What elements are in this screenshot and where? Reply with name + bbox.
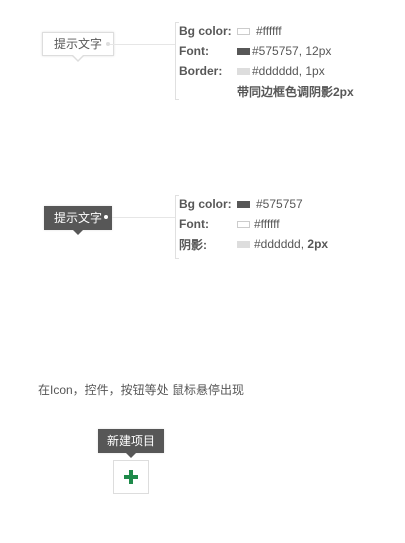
- dark-tooltip-label: 提示文字: [53, 211, 102, 225]
- spec-value: #dddddd, 1px: [252, 64, 325, 78]
- spec-key: Bg color:: [179, 197, 232, 211]
- light-spec-border: Border: #dddddd, 1px: [179, 64, 325, 78]
- spec-value: #ffffff: [256, 24, 282, 38]
- light-spec-note: 带同边框色调阴影2px: [237, 84, 354, 99]
- light-spec-font: Font: #575757, 12px: [179, 44, 331, 58]
- dark-spec-font: Font: #ffffff: [179, 217, 280, 231]
- example-tooltip-label: 新建项目: [106, 434, 155, 448]
- spec-key: Font:: [179, 217, 209, 231]
- swatch-gray: [237, 240, 250, 248]
- swatch-white: [237, 27, 250, 35]
- example-tooltip-arrow: [126, 453, 136, 458]
- dark-tooltip: 提示文字: [44, 206, 112, 230]
- swatch-white: [237, 220, 250, 228]
- spec-value: #dddddd,: [254, 237, 305, 251]
- spec-key: Border:: [179, 64, 223, 78]
- new-project-button[interactable]: [113, 460, 149, 494]
- dark-connector-line: [112, 217, 176, 218]
- light-tooltip-label: 提示文字: [53, 37, 102, 51]
- spec-key: Font:: [179, 44, 209, 58]
- usage-note: 在Icon，控件，按钮等处 鼠标悬停出现: [38, 383, 245, 397]
- spec-key: 阴影:: [179, 237, 207, 252]
- example-tooltip: 新建项目: [98, 429, 164, 453]
- dark-spec-shadow: 阴影: #dddddd, 2px: [179, 237, 329, 252]
- spec-note: 带同边框色调阴影2px: [237, 84, 354, 99]
- light-tooltip-arrow-fill: [73, 55, 83, 60]
- light-connector-line: [110, 44, 176, 45]
- dark-anchor-dot: [104, 215, 108, 219]
- plus-icon: [124, 470, 138, 484]
- light-spec-bg: Bg color: #ffffff: [179, 24, 282, 38]
- dark-spec-bg: Bg color: #575757: [179, 197, 303, 211]
- spec-value-bold: 2px: [307, 237, 329, 251]
- spec-value: #575757, 12px: [252, 44, 332, 58]
- light-tooltip: 提示文字: [42, 32, 114, 56]
- dark-tooltip-arrow: [73, 230, 83, 235]
- spec-value: #ffffff: [254, 217, 280, 231]
- spec-value: #575757: [256, 197, 303, 211]
- swatch-dark: [237, 47, 250, 55]
- swatch-gray: [237, 67, 250, 75]
- spec-key: Bg color:: [179, 24, 232, 38]
- swatch-dark: [237, 200, 250, 208]
